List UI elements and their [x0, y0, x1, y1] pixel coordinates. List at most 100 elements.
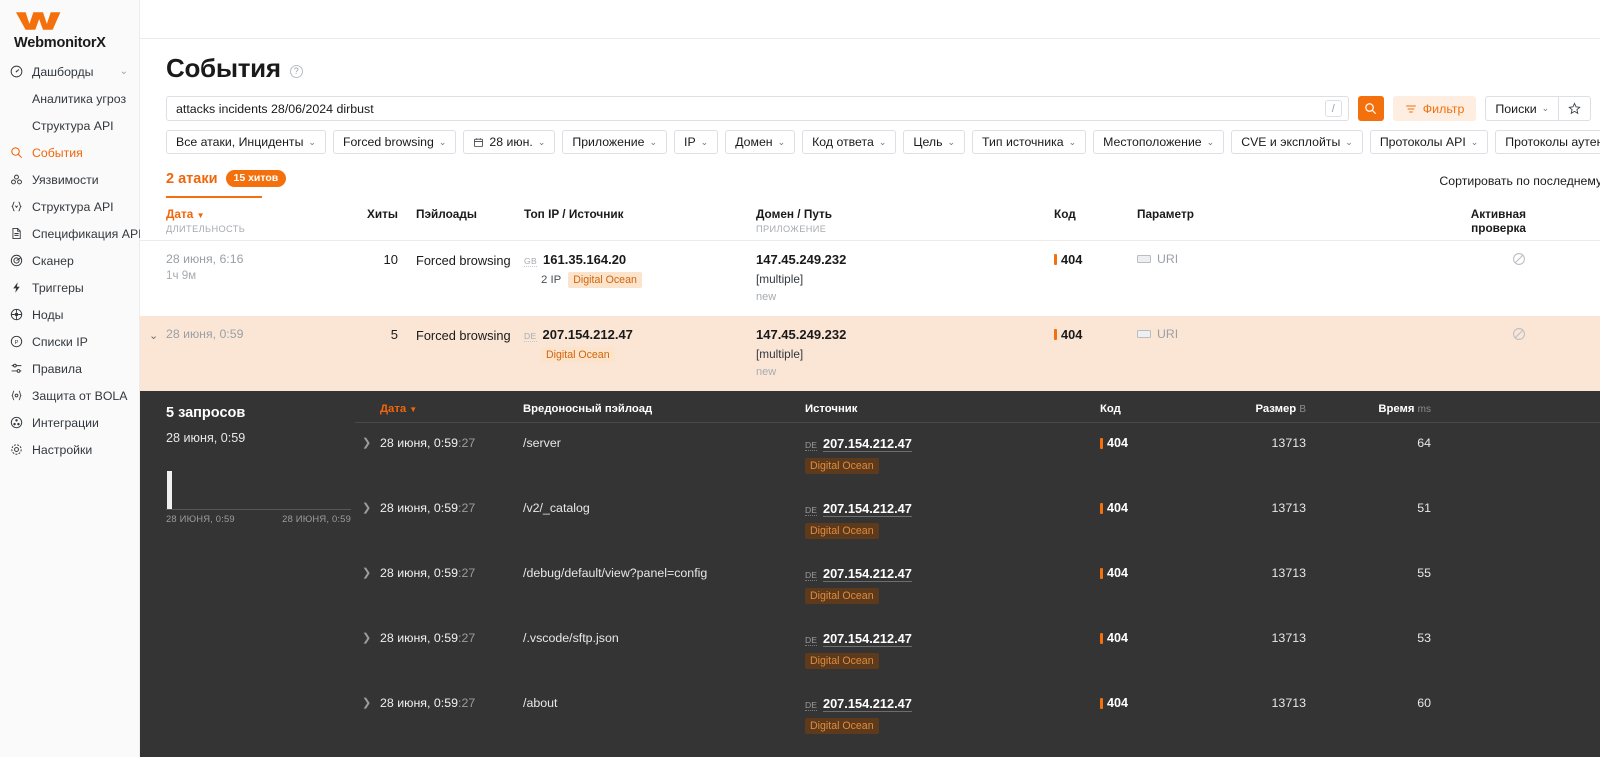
provider-tag[interactable]: Digital Ocean — [805, 653, 879, 669]
ip-address[interactable]: 207.154.212.47 — [543, 327, 633, 342]
column-header-time[interactable]: Время ms — [1306, 403, 1431, 415]
cell-date: 28 июня, 0:59:27 — [355, 631, 523, 645]
column-header-top-ip[interactable]: Топ IP / Источник — [524, 207, 756, 221]
code-value: 404 — [1061, 252, 1083, 267]
chip-target[interactable]: Цель ⌄ — [903, 130, 966, 154]
chip-api-protocols[interactable]: Протоколы API ⌄ — [1369, 130, 1489, 154]
help-icon[interactable]: ? — [289, 64, 303, 78]
request-row[interactable]: ❯ 28 июня, 0:59:27 /server DE 207.154.212… — [355, 423, 1600, 488]
chip-domain[interactable]: Домен ⌄ — [725, 130, 796, 154]
column-header-code[interactable]: Код — [1100, 403, 1188, 415]
provider-tag[interactable]: Digital Ocean — [805, 718, 879, 734]
chip-source-type[interactable]: Тип источника ⌄ — [972, 130, 1087, 154]
column-header-size[interactable]: Размер B — [1188, 403, 1307, 415]
sidebar-item-scanner[interactable]: Сканер — [0, 247, 139, 274]
ip-address[interactable]: 207.154.212.47 — [822, 631, 912, 647]
logo[interactable] — [0, 6, 139, 34]
provider-tag[interactable]: Digital Ocean — [805, 588, 879, 604]
blocked-icon[interactable] — [1512, 328, 1526, 344]
ip-address[interactable]: 207.154.212.47 — [822, 696, 912, 712]
sidebar-item-api-specification[interactable]: Спецификация API — [0, 220, 142, 247]
cell-source: DE 207.154.212.47 Digital Ocean — [805, 631, 1100, 669]
request-row[interactable]: ❯ 28 июня, 0:59:27 /debug/default/view?p… — [355, 553, 1600, 618]
column-header-hits[interactable]: Хиты — [338, 207, 398, 221]
sidebar-item-threat-analytics[interactable]: Аналитика угроз — [0, 85, 139, 112]
ip-address[interactable]: 207.154.212.47 — [822, 566, 912, 582]
chip-application[interactable]: Приложение ⌄ — [562, 130, 668, 154]
sidebar-item-dashboards[interactable]: Дашборды ⌄ — [0, 58, 139, 85]
sidebar-item-integrations[interactable]: Интеграции — [0, 409, 139, 436]
sort-toggle-wrap: Сортировать по последнему запросу — [1439, 170, 1600, 188]
brand-name: WebmonitorX — [14, 35, 106, 51]
sidebar-item-bola-protection[interactable]: Защита от BOLA — [0, 382, 139, 409]
chip-all-attacks[interactable]: Все атаки, Инциденты ⌄ — [166, 130, 326, 154]
ip-address[interactable]: 161.35.164.20 — [543, 252, 626, 267]
tab-attacks[interactable]: 2 атаки 15 хитов — [166, 170, 287, 198]
chip-location[interactable]: Местоположение ⌄ — [1093, 130, 1225, 154]
sidebar-item-api-structure-sub[interactable]: Структура API — [0, 112, 139, 139]
chevron-down-icon[interactable]: ⌄ — [149, 329, 158, 342]
chevron-right-icon[interactable]: ❯ — [362, 696, 371, 709]
column-header-source[interactable]: Источник — [805, 403, 1100, 415]
chevron-down-icon: ⌄ — [1068, 136, 1077, 147]
provider-tag[interactable]: Digital Ocean — [805, 458, 879, 474]
domain-value[interactable]: 147.45.249.232 — [756, 327, 1054, 342]
column-header-domain-path[interactable]: Домен / Путь ПРИЛОЖЕНИЕ — [756, 207, 1054, 234]
cell-payload: /.vscode/sftp.json — [523, 631, 619, 645]
column-header-malicious-payload[interactable]: Вредоносный пэйлоад — [523, 403, 805, 415]
param-value: URI — [1157, 252, 1179, 266]
country-code: DE — [805, 505, 817, 516]
sidebar-item-rules[interactable]: Правила — [0, 355, 139, 382]
sidebar-item-api-structure[interactable]: Структура API — [0, 193, 139, 220]
chevron-right-icon[interactable]: ❯ — [362, 501, 371, 514]
column-header-payloads[interactable]: Пэйлоады — [398, 207, 524, 221]
column-header-date[interactable]: Дата ▼ ДЛИТЕЛЬНОСТЬ — [166, 207, 338, 234]
table-row[interactable]: ⌄ 28 июня, 0:59 5 Forced browsing DE 207… — [140, 316, 1600, 391]
request-row[interactable]: ❯ 28 июня, 0:59:27 /.vscode/sftp.json DE… — [355, 618, 1600, 683]
domain-app: new — [756, 366, 777, 378]
sidebar-item-triggers[interactable]: Триггеры — [0, 274, 139, 301]
provider-tag[interactable]: Digital Ocean — [805, 523, 879, 539]
sidebar-item-ip-lists[interactable]: P Списки IP — [0, 328, 139, 355]
chip-forced-browsing[interactable]: Forced browsing ⌄ — [332, 130, 457, 154]
domain-value[interactable]: 147.45.249.232 — [756, 252, 1054, 267]
chevron-right-icon[interactable]: ❯ — [362, 436, 371, 449]
chevron-right-icon[interactable]: ❯ — [362, 566, 371, 579]
gear-icon — [9, 442, 24, 457]
sidebar-item-nodes[interactable]: Ноды — [0, 301, 139, 328]
search-box[interactable]: / — [166, 96, 1349, 121]
sidebar-item-settings[interactable]: Настройки — [0, 436, 139, 463]
ip-address[interactable]: 207.154.212.47 — [822, 501, 912, 517]
page-header: События ? — [140, 39, 1600, 94]
chip-auth-protocols[interactable]: Протоколы аутентификации⌄ — [1495, 130, 1600, 154]
table-row[interactable]: 28 июня, 6:16 1ч 9м 10 Forced browsing G… — [140, 241, 1600, 316]
chip-cve-exploits[interactable]: CVE и эксплойты ⌄ — [1231, 130, 1363, 154]
chip-label: Все атаки, Инциденты — [176, 135, 304, 149]
column-header-date[interactable]: Дата ▼ — [355, 403, 523, 415]
column-header-active-check[interactable]: Активная проверка — [1460, 207, 1556, 235]
sidebar-item-events[interactable]: События — [0, 139, 139, 166]
search-input[interactable] — [176, 101, 1325, 116]
filter-button[interactable]: Фильтр — [1392, 96, 1477, 121]
chevron-down-icon: ⌄ — [308, 136, 316, 147]
favorite-star-button[interactable] — [1559, 96, 1592, 121]
provider-tag[interactable]: Digital Ocean — [568, 272, 642, 288]
chevron-right-icon[interactable]: ❯ — [362, 631, 371, 644]
attacks-count-label: 2 атаки — [166, 170, 218, 187]
slash-shortcut-key[interactable]: / — [1324, 100, 1342, 117]
searches-dropdown[interactable]: Поиски ⌄ — [1485, 96, 1560, 121]
provider-tag[interactable]: Digital Ocean — [541, 347, 615, 363]
column-header-param[interactable]: Параметр — [1130, 207, 1460, 221]
chip-date[interactable]: 28 июн. ⌄ — [463, 130, 556, 154]
column-header-code[interactable]: Код — [1054, 207, 1130, 221]
sidebar-item-vulnerabilities[interactable]: Уязвимости — [0, 166, 139, 193]
chip-response-code[interactable]: Код ответа ⌄ — [802, 130, 897, 154]
ip-address[interactable]: 207.154.212.47 — [822, 436, 912, 452]
request-row[interactable]: ❯ 28 июня, 0:59:27 /v2/_catalog DE 207.15… — [355, 488, 1600, 553]
request-row[interactable]: ❯ 28 июня, 0:59:27 /about DE 207.154.212.… — [355, 683, 1600, 748]
chevron-down-icon: ⌄ — [777, 136, 786, 147]
chip-ip[interactable]: IP ⌄ — [674, 130, 719, 154]
blocked-icon[interactable] — [1512, 253, 1526, 269]
column-label: Дата — [166, 207, 194, 221]
search-submit-button[interactable] — [1357, 96, 1384, 121]
